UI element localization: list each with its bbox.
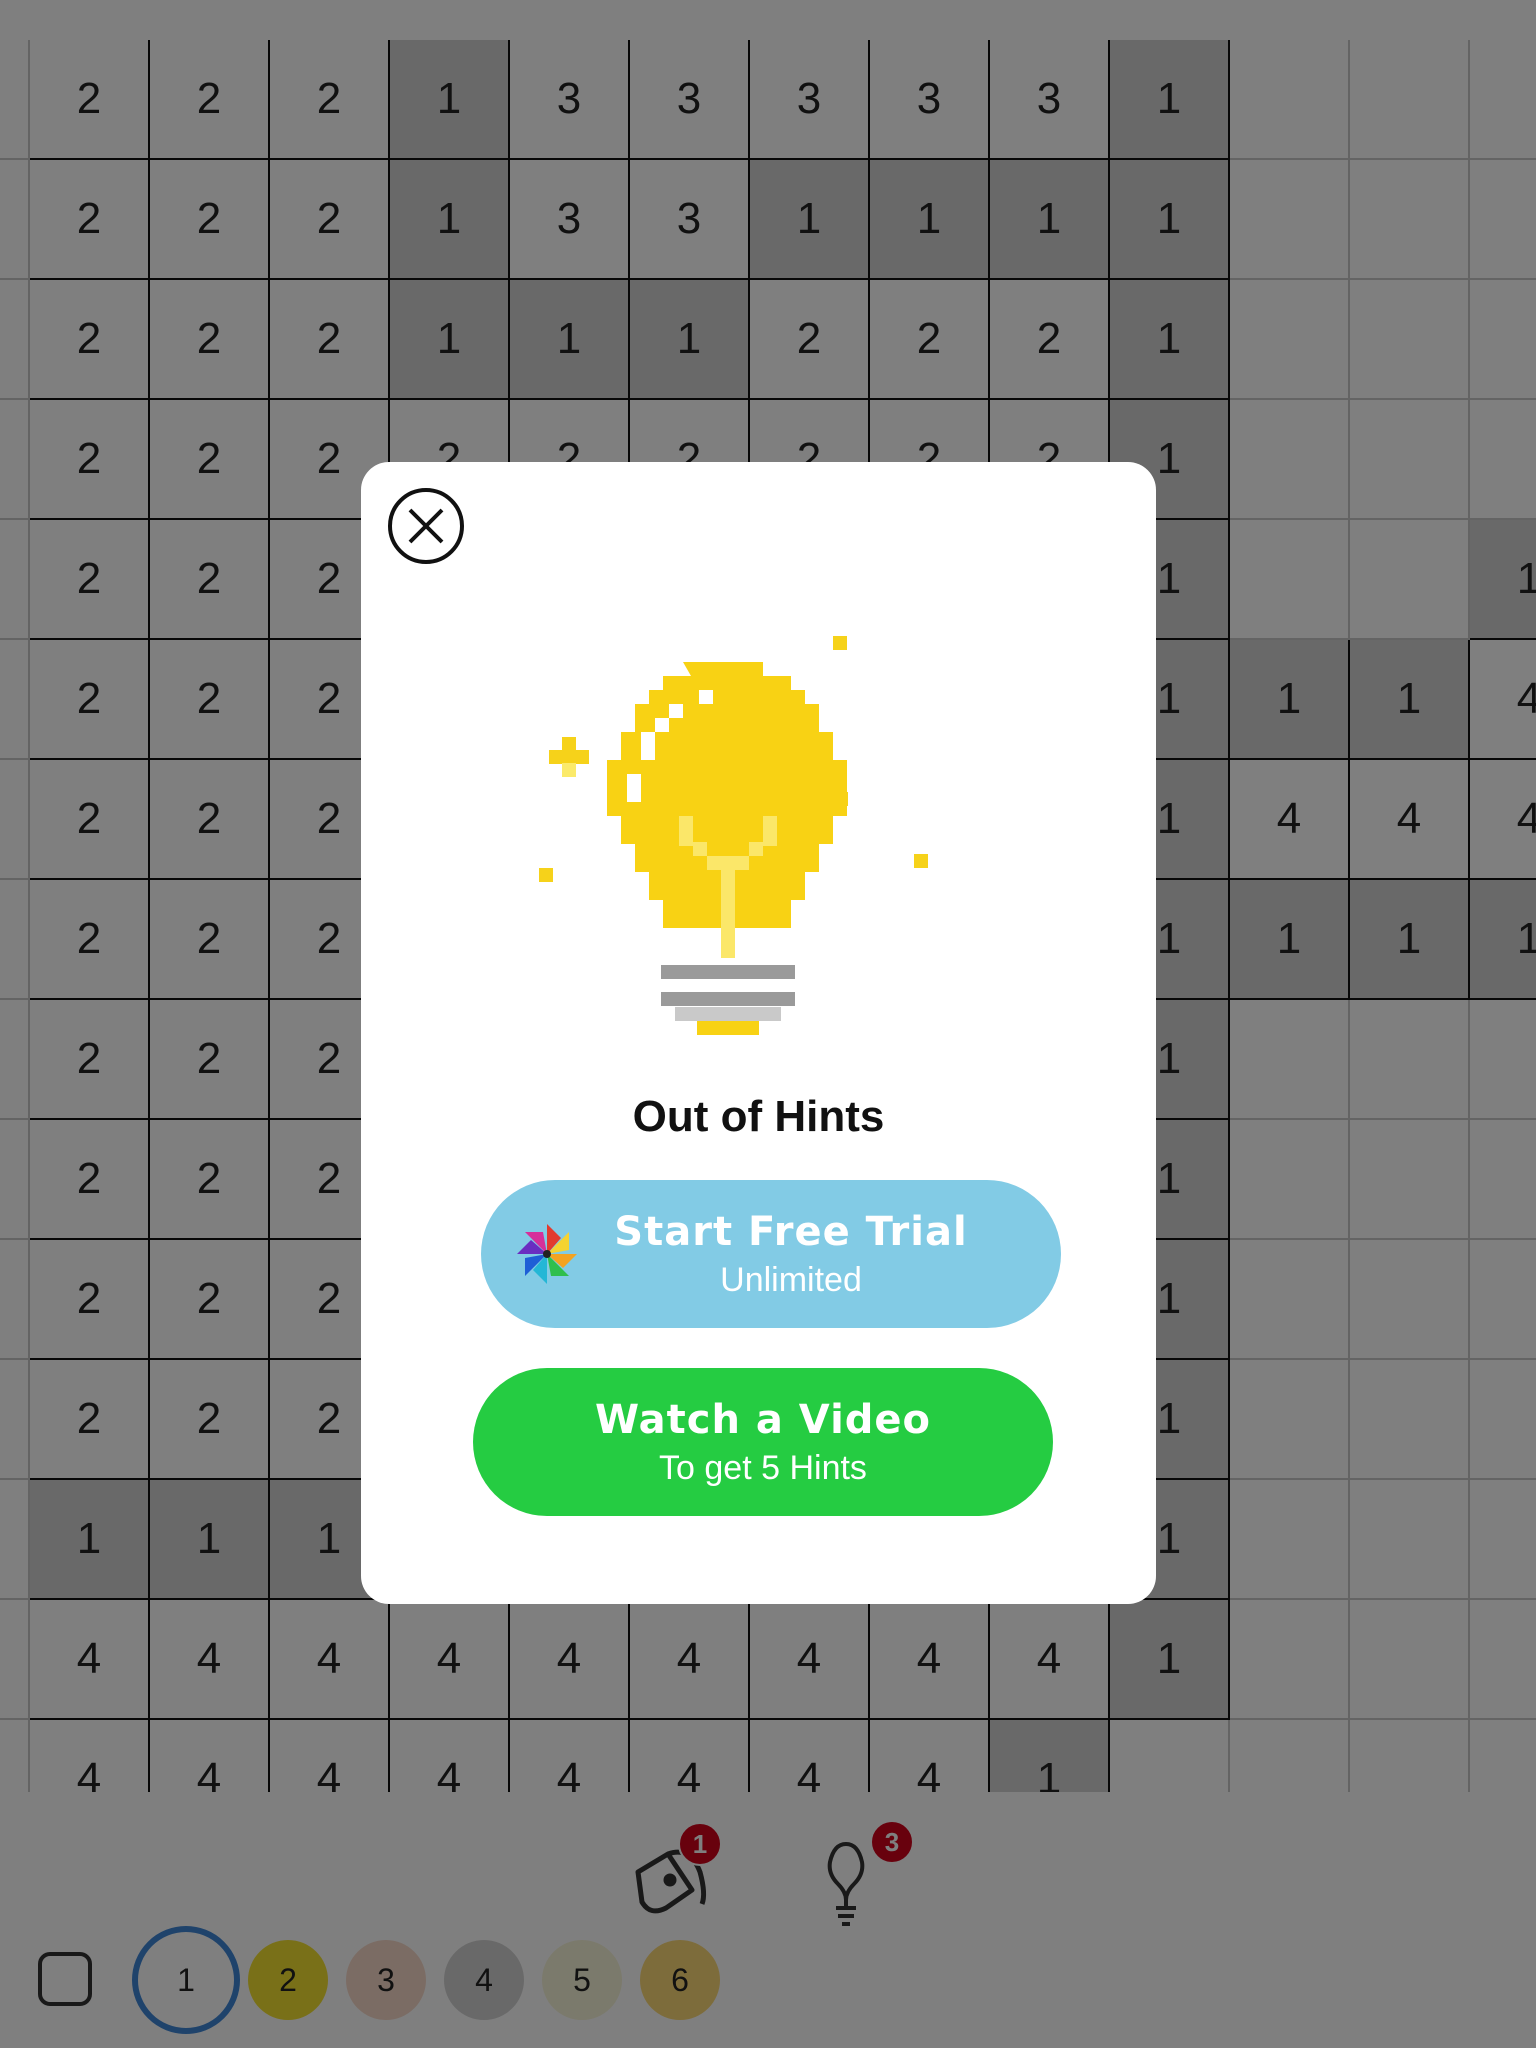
- trial-button-subtitle: Unlimited: [720, 1260, 862, 1299]
- video-button-title: Watch a Video: [594, 1396, 932, 1443]
- start-free-trial-button[interactable]: Start Free Trial Unlimited: [481, 1180, 1061, 1328]
- trial-button-title: Start Free Trial: [614, 1208, 968, 1255]
- close-icon: [408, 508, 444, 544]
- pinwheel-icon: [517, 1224, 577, 1284]
- close-button[interactable]: [388, 488, 464, 564]
- out-of-hints-dialog: Out of Hints Start Free Trial Unlimited …: [361, 462, 1156, 1604]
- watch-video-button[interactable]: Watch a Video To get 5 Hints: [473, 1368, 1053, 1516]
- modal-title: Out of Hints: [632, 1092, 885, 1141]
- lightbulb-icon: [539, 636, 928, 1035]
- video-button-subtitle: To get 5 Hints: [659, 1448, 867, 1487]
